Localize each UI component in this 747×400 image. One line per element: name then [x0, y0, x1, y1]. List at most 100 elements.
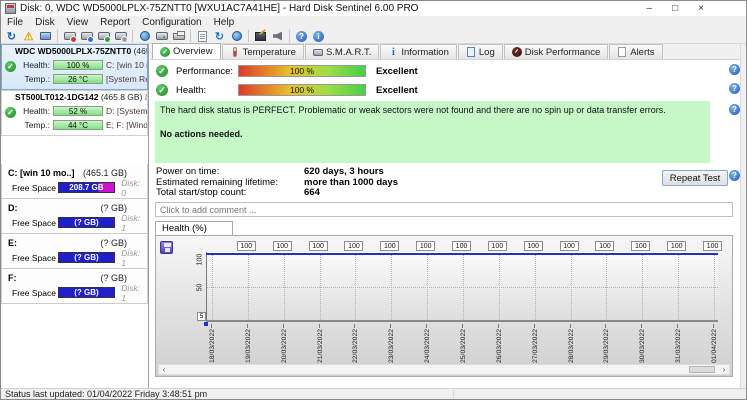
health-bar: 52 % [53, 106, 103, 116]
temp-bar: 44 °C [53, 120, 103, 130]
sync-icon[interactable]: ↻ [211, 29, 228, 43]
x-axis-date-label: 29/03/2022 [603, 323, 610, 363]
gridline [535, 254, 536, 320]
health-bar: 100 % [53, 60, 103, 70]
disk-icon[interactable] [153, 29, 170, 43]
menu-disk[interactable]: Disk [29, 16, 60, 29]
tab-alerts[interactable]: Alerts [609, 44, 662, 59]
point-value-label: 100 [667, 241, 686, 251]
toolbar-separator [289, 30, 290, 42]
health-label: Health: [20, 106, 50, 116]
gridline [678, 254, 679, 320]
gridline [284, 254, 285, 320]
sound-icon[interactable] [269, 29, 286, 43]
close-button[interactable]: × [698, 3, 704, 14]
network-icon[interactable] [228, 29, 245, 43]
toolbar-separator [57, 30, 58, 42]
partition-item-c[interactable]: C: [win 10 mo..](465.1 GB) Free Space 20… [1, 164, 148, 199]
gridline [463, 254, 464, 320]
health-rating: Excellent [376, 85, 418, 96]
y-tick-100: 100 [196, 254, 203, 266]
menu-view[interactable]: View [61, 16, 95, 29]
save-chart-icon[interactable] [160, 241, 173, 254]
partition-size: (? GB) [100, 273, 141, 283]
tab-smart[interactable]: S.M.A.R.T. [305, 44, 379, 59]
statusbar-divider [453, 390, 454, 398]
tab-disk-performance[interactable]: Disk Performance [504, 44, 609, 59]
repeat-test-button[interactable]: Repeat Test [662, 170, 728, 186]
partition-name: C: [win 10 mo..] [8, 168, 83, 178]
partition-ref: C: [win 10 mor [106, 60, 147, 70]
toolbar-separator [132, 30, 133, 42]
help-icon[interactable]: ? [729, 104, 740, 115]
menu-help[interactable]: Help [208, 16, 241, 29]
info-icon[interactable]: i [310, 29, 327, 43]
help-icon[interactable]: ? [729, 83, 740, 94]
disk-list-item-0[interactable]: WDC WD5000LPLX-75ZNTT0 (465.8 GB) Disk: … [1, 44, 148, 90]
help-icon[interactable]: ? [293, 29, 310, 43]
x-axis-date-label: 21/03/2022 [317, 323, 324, 363]
tab-temperature[interactable]: Temperature [222, 44, 304, 59]
chart-title-tab[interactable]: Health (%) [155, 221, 233, 235]
app-icon [5, 3, 16, 14]
monitor-icon[interactable] [37, 29, 54, 43]
right-scroll-strip[interactable] [740, 44, 746, 388]
disk-search-icon[interactable] [112, 29, 129, 43]
status-bar: Status last updated: 01/04/2022 Friday 3… [1, 388, 746, 399]
disk-remove-icon[interactable] [61, 29, 78, 43]
health-row: ✓ Health: 100 % Excellent [156, 83, 418, 97]
point-value-label: 100 [380, 241, 399, 251]
partition-name: E: [8, 238, 100, 248]
disk-list-item-1[interactable]: ST500LT012-1DG142 (465.8 GB) Disk: 1 ✓ H… [1, 90, 148, 136]
menu-report[interactable]: Report [94, 16, 136, 29]
temp-label: Temp.: [20, 74, 50, 84]
disk-ok-icon[interactable] [95, 29, 112, 43]
point-value-label: 100 [631, 241, 650, 251]
chart-scrollbar[interactable]: ‹ › [158, 364, 730, 375]
disk-stats: Power on time:620 days, 3 hours Estimate… [156, 167, 398, 199]
partition-size: (? GB) [100, 238, 141, 248]
scroll-left-icon[interactable]: ‹ [159, 365, 169, 374]
app-window: Disk: 0, WDC WD5000LPLX-75ZNTT0 [WXU1AC7… [0, 0, 747, 400]
status-action: No actions needed. [160, 128, 705, 142]
gridline [355, 254, 356, 320]
scroll-right-icon[interactable]: › [719, 365, 729, 374]
partition-item-f[interactable]: F:(? GB) Free Space (? GB) Disk: 1 [1, 269, 148, 304]
menu-file[interactable]: File [1, 16, 29, 29]
tab-log[interactable]: Log [458, 44, 503, 59]
help-icon[interactable]: ? [729, 170, 740, 181]
disk-clock-icon[interactable] [78, 29, 95, 43]
network-printer-icon[interactable] [136, 29, 153, 43]
stat-label: Power on time: [156, 167, 304, 178]
partition-item-e[interactable]: E:(? GB) Free Space (? GB) Disk: 1 [1, 234, 148, 269]
printer-icon[interactable] [170, 29, 187, 43]
toolbar-separator [190, 30, 191, 42]
performance-rating: Excellent [376, 66, 418, 77]
refresh-icon[interactable]: ↻ [3, 29, 20, 43]
overview-check-icon: ✓ [160, 47, 170, 57]
comment-input[interactable] [155, 202, 733, 217]
disk-header: WDC WD5000LPLX-75ZNTT0 (465.8 GB) Disk: … [2, 45, 147, 58]
toolbar-separator [248, 30, 249, 42]
health-bar: 100 % [238, 84, 366, 96]
warning-icon[interactable]: ⚠ [20, 29, 37, 43]
temp-label: Temp.: [20, 120, 50, 130]
edit-settings-icon[interactable] [252, 29, 269, 43]
gridline [320, 254, 321, 320]
main-panel: ✓Overview Temperature S.M.A.R.T. iInform… [150, 44, 740, 388]
minimize-button[interactable]: – [647, 3, 653, 14]
partition-item-d[interactable]: D:(? GB) Free Space (? GB) Disk: 1 [1, 199, 148, 234]
maximize-button[interactable]: □ [672, 3, 678, 14]
tab-overview[interactable]: ✓Overview [152, 43, 221, 59]
menu-configuration[interactable]: Configuration [136, 16, 207, 29]
help-icon[interactable]: ? [729, 64, 740, 75]
x-axis-date-label: 23/03/2022 [388, 323, 395, 363]
scroll-thumb[interactable] [689, 366, 715, 373]
health-chart: 100 50 5 ‹ › 18/03/202210019/03/20221002… [155, 235, 733, 377]
tab-information[interactable]: iInformation [380, 44, 457, 59]
free-space-bar: (? GB) [58, 252, 116, 263]
title-bar: Disk: 0, WDC WD5000LPLX-75ZNTT0 [WXU1AC7… [1, 1, 746, 16]
report-icon[interactable] [194, 29, 211, 43]
health-label: Health: [176, 85, 238, 96]
free-space-label: Free Space [12, 183, 58, 193]
